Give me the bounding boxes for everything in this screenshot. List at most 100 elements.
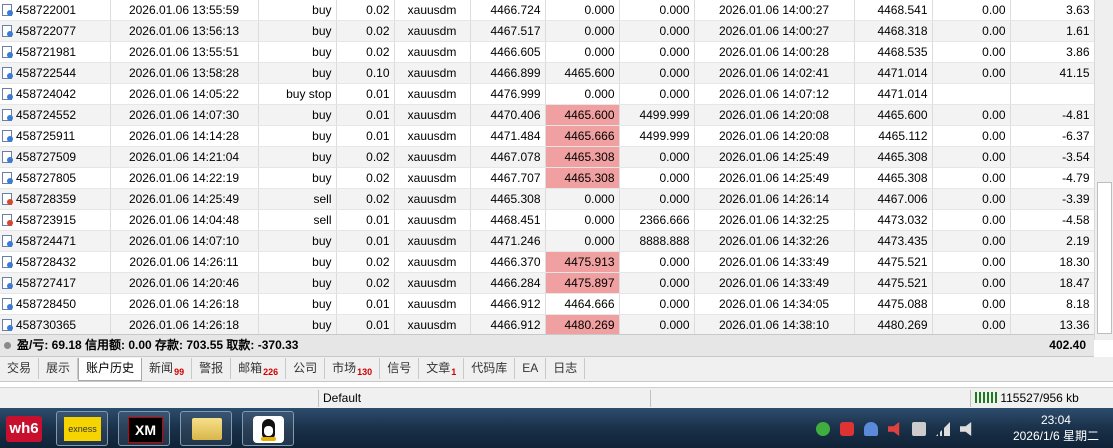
table-row[interactable]: 458728359 2026.01.06 14:25:49 sell 0.02 xauu… xyxy=(0,188,1094,210)
connection-bars-icon xyxy=(975,392,997,403)
cell: xauusdm xyxy=(394,251,471,273)
tab-8[interactable]: 信号 xyxy=(380,358,420,379)
table-row[interactable]: 458722077 2026.01.06 13:56:13 buy 0.02 xauus… xyxy=(0,20,1094,42)
ticket-cell: 458730365 xyxy=(0,314,111,334)
table-row[interactable]: 458721981 2026.01.06 13:55:51 buy 0.02 xauus… xyxy=(0,41,1094,63)
cell: -4.58 xyxy=(1010,209,1094,231)
table-row[interactable]: 458727805 2026.01.06 14:22:19 buy 0.02 xauus… xyxy=(0,167,1094,189)
table-row[interactable]: 458722544 2026.01.06 13:58:28 buy 0.10 xauus… xyxy=(0,62,1094,84)
cell: 2366.666 xyxy=(619,209,695,231)
cell: -4.79 xyxy=(1010,167,1094,189)
cell: 0.000 xyxy=(545,230,620,252)
cell: 4465.308 xyxy=(545,146,620,168)
cell: 2.19 xyxy=(1010,230,1094,252)
table-row[interactable]: 458730365 2026.01.06 14:26:18 buy 0.01 xauus… xyxy=(0,314,1094,334)
cell: 4468.541 xyxy=(854,0,933,21)
cell: 4475.897 xyxy=(545,272,620,294)
taskbar-app-exness[interactable]: exness xyxy=(56,411,108,446)
cell: 4465.600 xyxy=(854,104,933,126)
cell: 0.02 xyxy=(336,146,395,168)
cell: xauusdm xyxy=(394,62,471,84)
cell: 41.15 xyxy=(1010,62,1094,84)
cell: 2026.01.06 14:21:04 xyxy=(110,146,259,168)
table-row[interactable]: 458725911 2026.01.06 14:14:28 buy 0.01 xauus… xyxy=(0,125,1094,147)
cell: 13.36 xyxy=(1010,314,1094,334)
taskbar-app-wh6[interactable]: wh6 xyxy=(2,411,48,446)
traffic-status: 115527/956 kb xyxy=(970,390,1110,407)
cell: 0.000 xyxy=(619,293,695,315)
table-row[interactable]: 458728432 2026.01.06 14:26:11 buy 0.02 xauus… xyxy=(0,251,1094,273)
cell: 4467.517 xyxy=(470,20,546,42)
taskbar-app-qq[interactable] xyxy=(242,411,294,446)
tab-4[interactable]: 警报 xyxy=(192,358,232,379)
wh6-icon: wh6 xyxy=(6,416,42,442)
taskbar-app-xm[interactable]: XM xyxy=(118,411,170,446)
tab-0[interactable]: 交易 xyxy=(0,358,40,379)
cell: 18.30 xyxy=(1010,251,1094,273)
cell: 4465.600 xyxy=(545,104,620,126)
cell: 0.00 xyxy=(932,272,1011,294)
cell: 0.00 xyxy=(932,41,1011,63)
tray-device-icon[interactable] xyxy=(912,422,926,436)
cell: 0.000 xyxy=(619,167,695,189)
cell: 2026.01.06 14:07:30 xyxy=(110,104,259,126)
tray-flame-icon[interactable] xyxy=(864,422,878,436)
order-icon xyxy=(2,25,13,37)
tab-10[interactable]: 代码库 xyxy=(464,358,516,379)
cell: 2026.01.06 14:14:28 xyxy=(110,125,259,147)
status-empty xyxy=(650,390,973,407)
table-row[interactable]: 458722001 2026.01.06 13:55:59 buy 0.02 xauus… xyxy=(0,0,1094,21)
table-row[interactable]: 458724552 2026.01.06 14:07:30 buy 0.01 xauus… xyxy=(0,104,1094,126)
table-row[interactable]: 458728450 2026.01.06 14:26:18 buy 0.01 xauus… xyxy=(0,293,1094,315)
cell: 4465.666 xyxy=(545,125,620,147)
cell: buy xyxy=(258,62,337,84)
cell: -6.37 xyxy=(1010,125,1094,147)
taskbar-app-explorer[interactable] xyxy=(180,411,232,446)
taskbar-clock[interactable]: 23:04 2026/1/6 星期二 xyxy=(1013,412,1099,444)
cell: 0.00 xyxy=(932,125,1011,147)
cell: 0.01 xyxy=(336,209,395,231)
xm-icon: XM xyxy=(128,417,163,443)
ticket-cell: 458727417 xyxy=(0,272,111,294)
cell: buy xyxy=(258,314,337,334)
cell: buy xyxy=(258,230,337,252)
table-row[interactable]: 458724042 2026.01.06 14:05:22 buy stop 0.01… xyxy=(0,83,1094,105)
cell: 0.000 xyxy=(545,188,620,210)
cell: 4475.521 xyxy=(854,251,933,273)
tray-network-icon[interactable] xyxy=(936,422,950,436)
cell: 4499.999 xyxy=(619,125,695,147)
cell: 4466.284 xyxy=(470,272,546,294)
cell: 2026.01.06 14:20:08 xyxy=(694,125,855,147)
tab-5[interactable]: 邮箱226 xyxy=(231,358,287,379)
tab-badge: 130 xyxy=(357,367,373,378)
table-row[interactable]: 458727417 2026.01.06 14:20:46 buy 0.02 xauus… xyxy=(0,272,1094,294)
cell: 0.01 xyxy=(336,293,395,315)
cell: 0.10 xyxy=(336,62,395,84)
tab-11[interactable]: EA xyxy=(515,358,547,379)
scrollbar-thumb[interactable] xyxy=(1097,182,1112,334)
order-icon xyxy=(2,319,13,331)
cell: 0.00 xyxy=(932,0,1011,21)
tray-volume-muted-icon[interactable] xyxy=(888,422,900,436)
tab-6[interactable]: 公司 xyxy=(286,358,326,379)
cell: 4499.999 xyxy=(619,104,695,126)
tab-1[interactable]: 展示 xyxy=(39,358,79,379)
history-grid: 458722001 2026.01.06 13:55:59 buy 0.02 xauus… xyxy=(0,0,1094,334)
tray-antivirus-icon[interactable] xyxy=(840,422,854,436)
table-row[interactable]: 458724471 2026.01.06 14:07:10 buy 0.01 xauus… xyxy=(0,230,1094,252)
cell: 0.02 xyxy=(336,251,395,273)
vertical-scrollbar[interactable] xyxy=(1094,0,1113,340)
tab-3[interactable]: 新闻99 xyxy=(142,358,193,379)
tab-9[interactable]: 文章1 xyxy=(419,358,465,379)
table-row[interactable]: 458727509 2026.01.06 14:21:04 buy 0.02 xauus… xyxy=(0,146,1094,168)
cell: 4480.269 xyxy=(854,314,933,334)
cell: xauusdm xyxy=(394,83,471,105)
cell: 2026.01.06 14:33:49 xyxy=(694,272,855,294)
tray-green-icon[interactable] xyxy=(816,422,830,436)
table-row[interactable]: 458723915 2026.01.06 14:04:48 sell 0.01 xauu… xyxy=(0,209,1094,231)
tab-12[interactable]: 日志 xyxy=(546,358,586,379)
tab-2[interactable]: 账户历史 xyxy=(78,358,143,381)
tab-7[interactable]: 市场130 xyxy=(325,358,381,379)
tray-speaker-icon[interactable] xyxy=(960,422,972,436)
cell: 0.000 xyxy=(545,20,620,42)
